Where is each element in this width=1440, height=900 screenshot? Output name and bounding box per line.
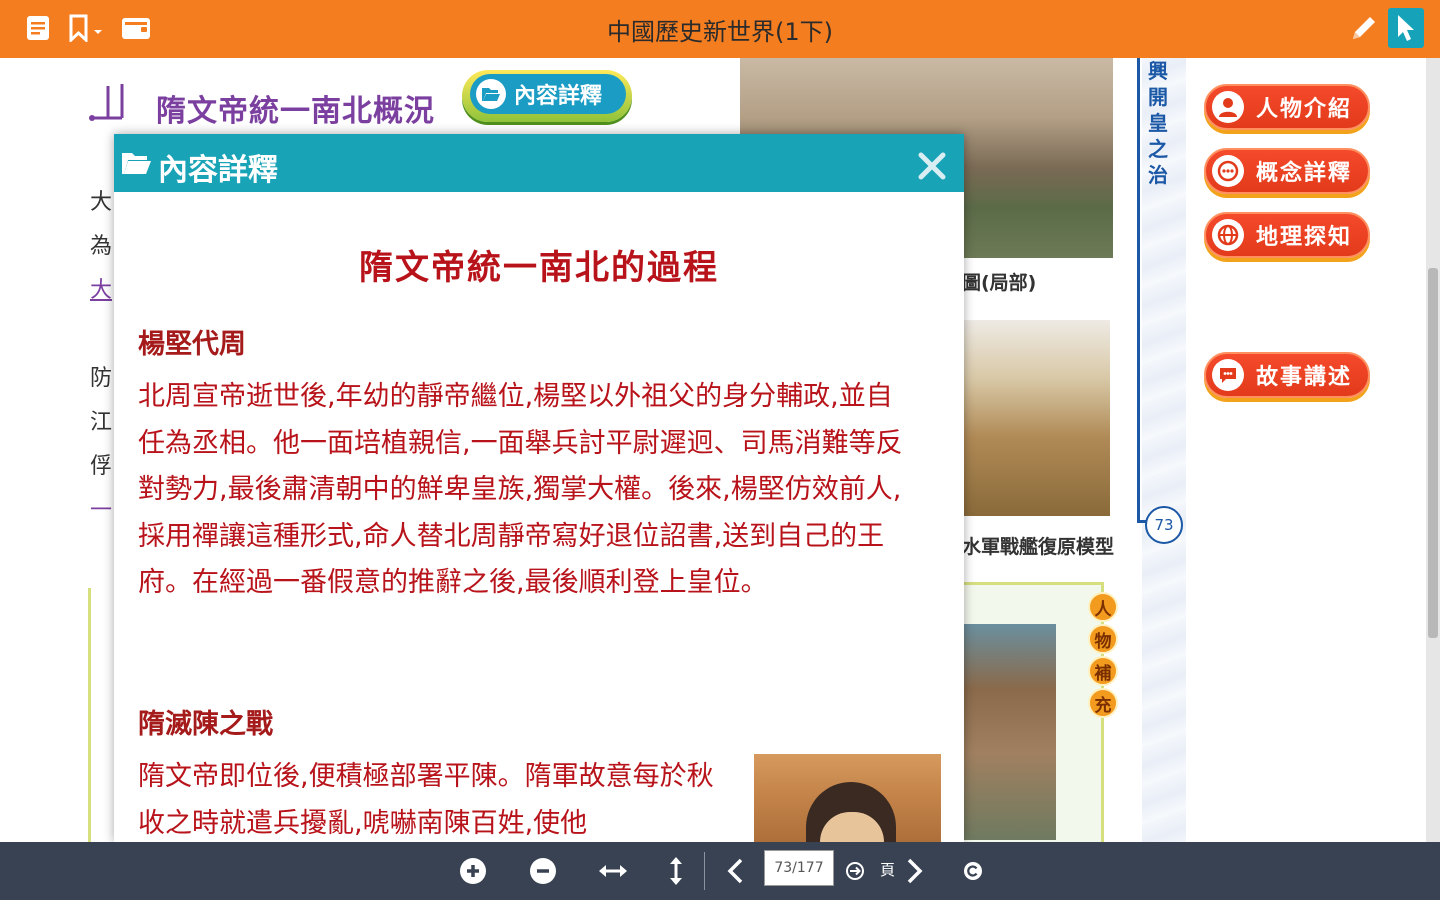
- folder-open-icon: [476, 79, 506, 109]
- toolbar-divider: [704, 852, 705, 890]
- page-number-input[interactable]: 73/177: [764, 850, 834, 886]
- pointer-icon[interactable]: [1388, 8, 1424, 48]
- content-detail-dialog: 內容詳釋 隋文帝統一南北的過程 楊堅代周 北周宣帝逝世後,年幼的靜帝繼位,楊堅以…: [114, 134, 964, 842]
- refresh-icon[interactable]: [958, 856, 988, 886]
- page-number: 73: [1145, 506, 1183, 544]
- fit-height-icon[interactable]: [661, 856, 691, 886]
- section-mark-icon: [89, 84, 124, 121]
- prev-page-icon[interactable]: [720, 856, 750, 886]
- image-caption: 圖(局部): [962, 272, 1037, 294]
- concept-detail-button[interactable]: 概念詳釋: [1204, 148, 1370, 194]
- next-page-icon[interactable]: [900, 856, 930, 886]
- close-icon[interactable]: [914, 148, 950, 184]
- speech-icon: [1212, 359, 1244, 391]
- supplement-char: 充: [1088, 688, 1118, 718]
- fit-width-icon[interactable]: [596, 856, 630, 886]
- article-heading: 隋文帝統一南北的過程: [359, 248, 719, 288]
- dialog-header: 內容詳釋: [114, 134, 964, 192]
- person-intro-button[interactable]: 人物介紹: [1204, 84, 1370, 130]
- chat-icon: [1212, 155, 1244, 187]
- person-icon: [1212, 91, 1244, 123]
- app-title: 中國歷史新世界(1下): [607, 18, 833, 46]
- bottom-toolbar: 73/177 頁: [0, 842, 1440, 900]
- section-title: 隋文帝統一南北概況: [156, 94, 435, 129]
- dialog-title: 內容詳釋: [158, 153, 278, 188]
- warship-model-image: [962, 320, 1110, 516]
- section-paragraph: 北周宣帝逝世後,年幼的靜帝繼位,楊堅以外祖父的身分輔政,並自任為丞相。他一面培植…: [138, 381, 903, 598]
- dialog-body: 隋文帝統一南北的過程 楊堅代周 北周宣帝逝世後,年幼的靜帝繼位,楊堅以外祖父的身…: [114, 192, 964, 842]
- portrait-image: [754, 754, 941, 842]
- story-button[interactable]: 故事講述: [1204, 352, 1370, 398]
- concept-detail-label: 概念詳釋: [1256, 161, 1353, 186]
- go-icon[interactable]: [840, 856, 870, 886]
- page-label: 頁: [880, 861, 896, 879]
- zoom-out-icon[interactable]: [528, 856, 558, 886]
- supplement-char: 物: [1088, 624, 1118, 654]
- top-bar: 中國歷史新世界(1下): [0, 0, 1440, 58]
- zoom-in-icon[interactable]: [458, 856, 488, 886]
- story-label: 故事講述: [1256, 365, 1353, 390]
- building-photo: [964, 624, 1056, 840]
- vertical-heading: 興開皇之治: [1148, 59, 1168, 187]
- vertical-scrollbar[interactable]: [1426, 58, 1440, 842]
- content-detail-label: 內容詳釋: [514, 84, 603, 109]
- pencil-icon[interactable]: [1348, 12, 1380, 44]
- section-heading: 隋滅陳之戰: [138, 709, 273, 740]
- content-detail-button[interactable]: 內容詳釋: [470, 74, 626, 114]
- section-paragraph: 隋文帝即位後,便積極部署平陳。隋軍故意每於秋收之時就遣兵擾亂,唬嚇南陳百姓,使他: [138, 761, 714, 839]
- geography-button[interactable]: 地理探知: [1204, 212, 1370, 258]
- supplement-char: 補: [1088, 656, 1118, 686]
- globe-icon: [1212, 219, 1244, 251]
- supplement-char: 人: [1088, 592, 1118, 622]
- folder-open-icon: [122, 153, 151, 174]
- section-heading: 楊堅代周: [138, 329, 246, 360]
- timeline-line: [1137, 58, 1140, 523]
- image-caption: 水軍戰艦復原模型: [962, 536, 1115, 558]
- geography-label: 地理探知: [1256, 225, 1353, 250]
- scrollbar-thumb[interactable]: [1428, 268, 1438, 638]
- person-intro-label: 人物介紹: [1256, 97, 1353, 122]
